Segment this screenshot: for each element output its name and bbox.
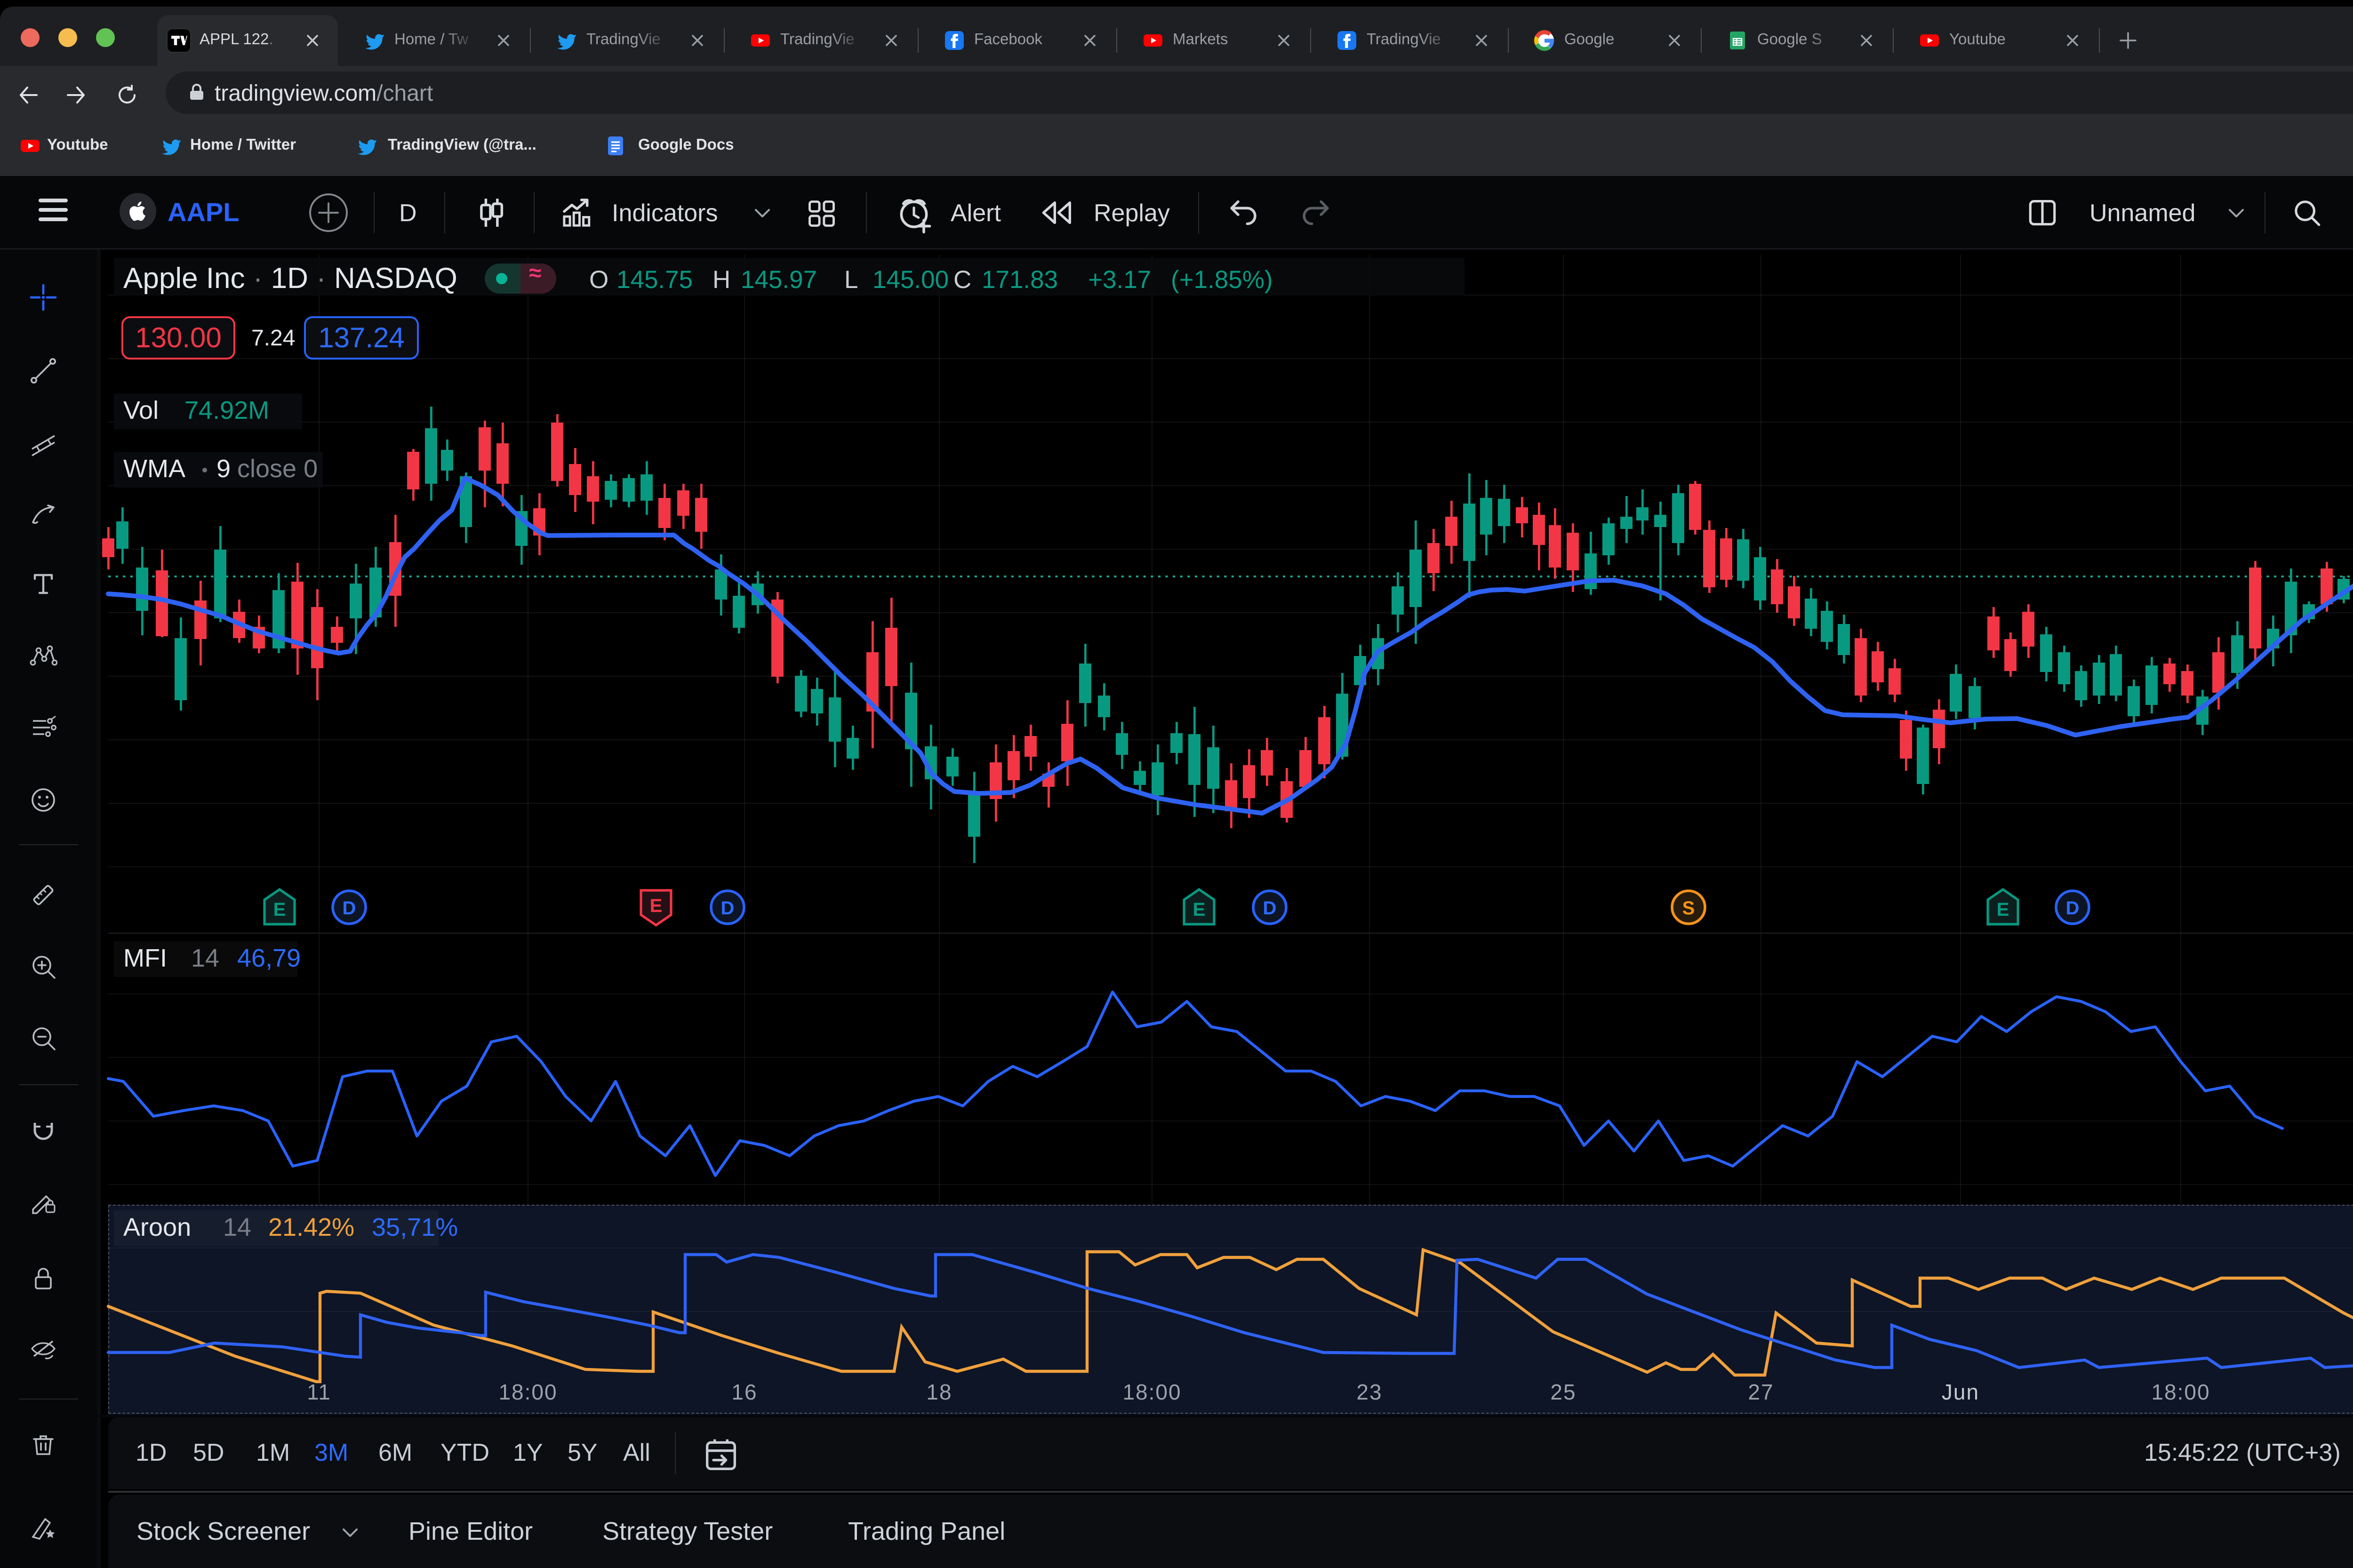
svg-text:E: E <box>1997 899 2009 920</box>
svg-text:D: D <box>343 898 356 919</box>
svg-text:D: D <box>1263 898 1277 919</box>
svg-text:E: E <box>1193 899 1206 920</box>
svg-text:S: S <box>1682 898 1695 919</box>
svg-text:E: E <box>273 899 286 920</box>
svg-text:E: E <box>650 896 663 916</box>
svg-text:D: D <box>721 898 735 919</box>
svg-text:D: D <box>2066 898 2080 919</box>
